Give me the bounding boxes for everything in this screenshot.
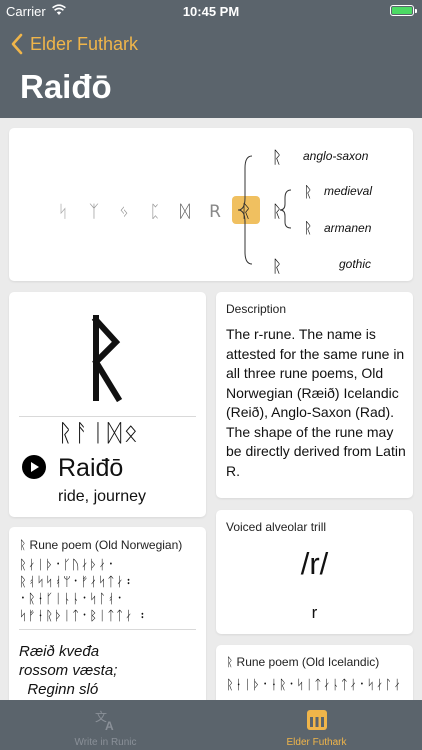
battery-icon [390, 5, 417, 16]
divider [19, 629, 196, 630]
branch-glyph: ᚱ [303, 183, 312, 201]
latin-letter: r [311, 603, 318, 622]
branch-glyph: ᚱ [272, 148, 282, 168]
svg-text:A: A [105, 719, 114, 732]
history-glyph: ᛈ [150, 202, 160, 222]
page-title: Raiđō [20, 68, 112, 105]
rune-poem-norwegian-card: ᚱ Rune poem (Old Norwegian) ᚱᛅᛁᚦ᛫ᚴᚢᛅᚦᛅ᛫ … [9, 527, 206, 707]
branch-glyph: ᚱ [272, 257, 282, 277]
status-bar: Carrier 10:45 PM [0, 0, 422, 22]
tab-elder-futhark[interactable]: Elder Futhark [211, 700, 422, 750]
branch-label: gothic [339, 257, 371, 271]
description-card: Description The r-rune. The name is atte… [216, 292, 413, 498]
rune-poem-runic-text: ᚱᛅᛁᚦ᛫ᚴᚢᛅᚦᛅ᛫ ᚱᚮᛋᛋᚮᛘ᛫ᚠᛅᛋᛏᛅ᛬ ᛫ᚱᛂᚴᛁᚿᚿ᛫ᛋᛚᚮ᛫ ᛋ… [19, 558, 148, 624]
rune-poem-label: ᚱ Rune poem (Old Icelandic) [226, 655, 380, 669]
rune-meaning: ride, journey [58, 488, 147, 505]
clock: 10:45 PM [182, 4, 240, 19]
ipa-symbol: /r/ [300, 546, 329, 581]
branch-glyph: ᚱ [272, 202, 282, 222]
rune-name: Raiđō [58, 454, 124, 482]
history-glyph: ᛋ [58, 202, 68, 222]
description-label: Description [226, 302, 287, 316]
tab-label: Write in Runic [74, 737, 137, 748]
translate-icon: 文 A [95, 709, 114, 732]
history-glyph: ᛃ [119, 202, 129, 222]
history-glyph: R [209, 202, 221, 222]
back-button-label: Elder Futhark [30, 33, 139, 54]
rune-poem-text: Ræið kveđa rossom væsta; Reginn sló [19, 643, 118, 698]
phonetic-card: Voiced alveolar trill /r/ r [216, 510, 413, 634]
rune-evolution-diagram: ᛋ ᛉ ᛃ ᛈ ᛞ R ᚱ ᚱ anglo-saxon ᚱ ᚱ medieval… [58, 148, 372, 277]
rune-runic-name: ᚱᚨᛁᛞᛟ [58, 419, 140, 447]
branch-label: armanen [324, 221, 372, 235]
rune-glyph-large [91, 315, 123, 402]
rune-poem-label: ᚱ Rune poem (Old Norwegian) [19, 538, 183, 552]
back-button[interactable]: Elder Futhark [10, 30, 138, 58]
branch-label: anglo-saxon [303, 149, 369, 163]
tab-label: Elder Futhark [286, 737, 347, 748]
tab-write-in-runic[interactable]: 文 A Write in Runic [0, 700, 211, 750]
chevron-left-icon [11, 33, 23, 55]
branch-glyph: ᚱ [303, 219, 312, 237]
branch-label: medieval [324, 184, 372, 198]
rune-poem-runic-text: ᚱᛂᛁᚦ᛫ᛂᚱ᛫ᛋᛁᛏᛅᚿᛏᛅ᛫ᛋᛅᛚᛅ [226, 678, 403, 693]
navigation-header: Carrier 10:45 PM Elder Futhark Raiđō [0, 0, 422, 118]
phonetic-label: Voiced alveolar trill [226, 520, 327, 534]
divider [19, 416, 196, 417]
table-icon [307, 710, 327, 730]
history-glyph: ᛞ [180, 202, 190, 222]
rune-card: ᚱᚨᛁᛞᛟ Raiđō ride, journey [9, 292, 206, 517]
play-icon[interactable] [22, 455, 46, 479]
rune-evolution-card: ᛋ ᛉ ᛃ ᛈ ᛞ R ᚱ ᚱ anglo-saxon ᚱ ᚱ medieval… [9, 128, 413, 281]
tab-bar: 文 A Write in Runic Elder Futhark [0, 700, 422, 750]
history-glyph: ᛉ [89, 202, 99, 222]
description-text: The r-rune. The name is attested for the… [226, 326, 406, 479]
